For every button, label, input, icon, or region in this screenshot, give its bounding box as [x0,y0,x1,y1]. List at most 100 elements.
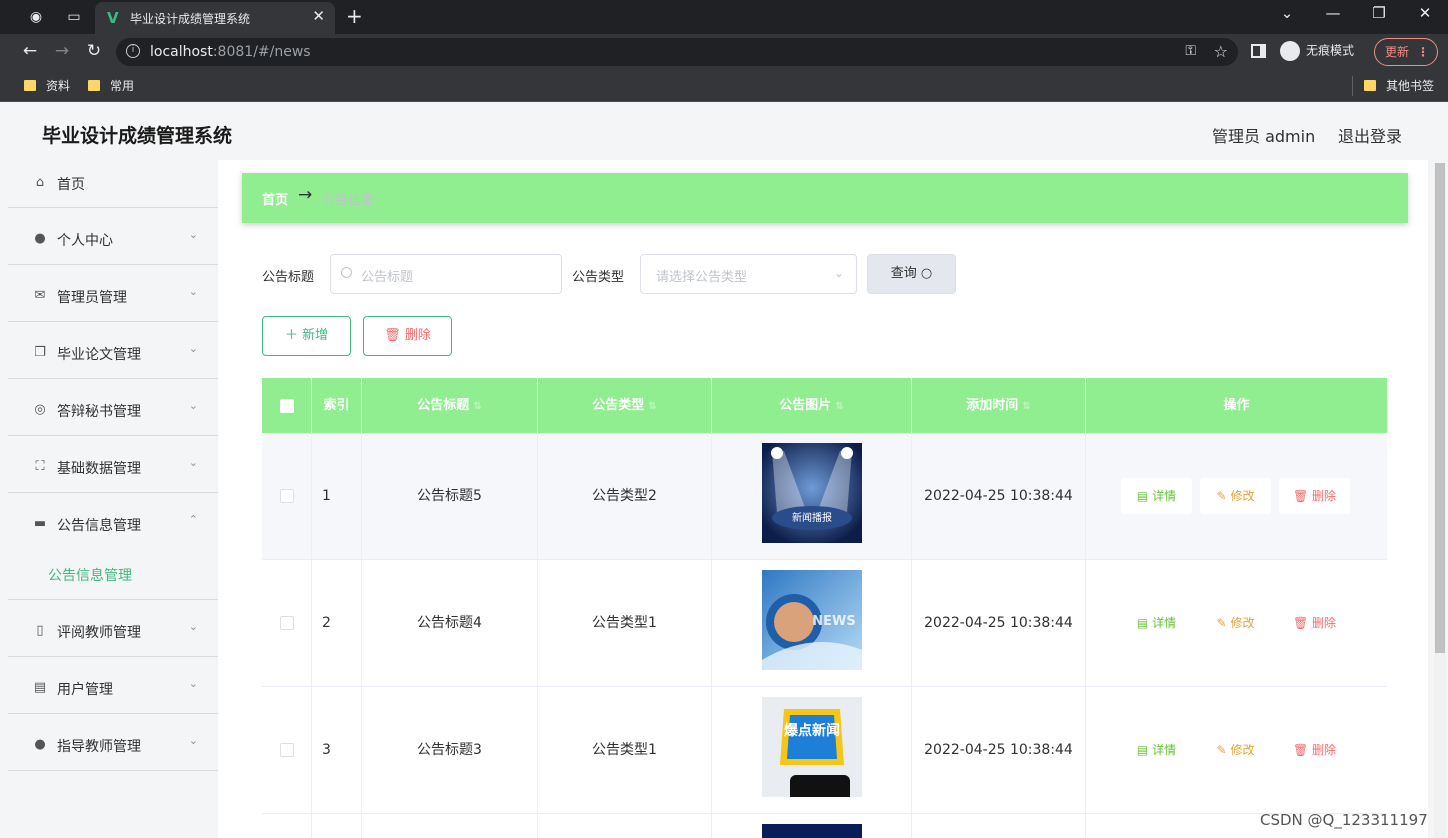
other-bookmarks[interactable]: 其他书签 [1364,77,1434,94]
monitor-icon: ▬ [33,516,47,531]
batch-delete-button[interactable]: 🗑 删除 [363,316,452,356]
cell-actions: ▤ 详情 ✎ 修改 🗑 删除 [1086,433,1387,560]
globe-icon[interactable]: ◉ [27,8,45,26]
column-header-image[interactable]: 公告图片 ⇅ [712,378,912,433]
row-checkbox[interactable] [262,687,312,814]
document-icon: ▤ [1136,743,1149,757]
sidebar-item-base-data[interactable]: ⛶ 基础数据管理 ⌄ [8,436,218,493]
tab-grid-icon[interactable]: ▭ [65,8,83,26]
notice-thumbnail[interactable]: NEWS [762,570,862,670]
logout-link[interactable]: 退出登录 [1338,123,1402,147]
detail-button[interactable]: ▤ 详情 [1121,478,1192,514]
type-select[interactable]: 请选择公告类型 ⌄ [640,254,857,294]
trash-icon: 🗑 [1292,743,1309,757]
cell-index: 2 [312,560,362,687]
notice-thumbnail[interactable]: 新闻播报 [762,443,862,543]
incognito-icon [1280,41,1300,61]
sidebar-item-label: 毕业论文管理 [57,347,141,363]
sidebar-item-secretary[interactable]: ◎ 答辩秘书管理 ⌄ [8,379,218,436]
cell-title: 公告标题3 [362,687,538,814]
reload-icon[interactable]: ↻ [82,41,106,61]
delete-button[interactable]: 🗑 删除 [1279,605,1350,641]
sidebar-item-label: 公告信息管理 [57,518,141,534]
row-checkbox[interactable] [262,560,312,687]
sidebar-item-reviewer[interactable]: ▯ 评阅教师管理 ⌄ [8,600,218,657]
notice-thumbnail[interactable]: 爆点新闻 [762,697,862,797]
close-tab-icon[interactable]: ✕ [312,7,325,25]
cell-time: 2022-04-25 10:38:44 [912,687,1086,814]
back-icon[interactable]: ← [18,41,42,61]
chevron-down-icon: ⌄ [188,342,198,355]
current-user: 管理员 admin [1212,127,1316,146]
info-icon[interactable]: i [126,44,140,58]
table-row: 1 公告标题5 公告类型2 新闻播报 2022-04-25 10:38:44 ▤… [262,433,1387,560]
sidebar-item-admin[interactable]: ✉ 管理员管理 ⌄ [8,265,218,322]
breadcrumb-home[interactable]: 首页 [262,189,288,208]
new-tab-icon[interactable]: + [346,4,363,28]
cell-actions: ▤ 详情 ✎ 修改 🗑 删除 [1086,687,1387,814]
edit-button[interactable]: ✎ 修改 [1200,478,1271,514]
sidebar-item-label: 评阅教师管理 [57,625,141,641]
breadcrumb-arrow: → [298,185,313,205]
edit-button[interactable]: ✎ 修改 [1200,732,1271,768]
sidebar-item-personal[interactable]: ● 个人中心 ⌄ [8,208,218,265]
sidebar-item-notice[interactable]: ▬ 公告信息管理 ⌃ [8,493,218,550]
column-header-time[interactable]: 添加时间 ⇅ [912,378,1086,433]
forward-icon[interactable]: → [50,41,74,61]
cell-type: 公告类型1 [538,560,712,687]
sidebar-item-advisor[interactable]: ● 指导教师管理 ⌄ [8,714,218,771]
edit-button[interactable]: ✎ 修改 [1200,605,1271,641]
url-text[interactable]: localhost:8081/#/news [150,44,311,60]
minimize-icon[interactable]: — [1318,4,1348,22]
sidebar-item-home[interactable]: ⌂ 首页 [8,160,218,208]
column-header-title[interactable]: 公告标题 ⇅ [362,378,538,433]
side-panel-icon[interactable] [1251,44,1266,58]
notice-table: 索引 公告标题 ⇅ 公告类型 ⇅ 公告图片 ⇅ 添加时间 ⇅ 操作 1 公告标题5 公告… [262,378,1387,838]
detail-button[interactable]: ▤ 详情 [1121,605,1192,641]
notice-thumbnail[interactable] [762,824,862,838]
key-icon[interactable]: ⚿ [1185,43,1196,59]
cell-actions: ▤ 详情 ✎ 修改 🗑 删除 [1086,560,1387,687]
plus-icon: ＋ [284,328,298,343]
detail-button[interactable]: ▤ 详情 [1121,732,1192,768]
sidebar-item-users[interactable]: ▤ 用户管理 ⌄ [8,657,218,714]
app-title: 毕业设计成绩管理系统 [42,125,233,147]
cell-image: NEWS [712,560,912,687]
table-header: 索引 公告标题 ⇅ 公告类型 ⇅ 公告图片 ⇅ 添加时间 ⇅ 操作 [262,378,1387,433]
bookmark-folder-1[interactable]: 资料 [24,77,70,94]
update-button[interactable]: 更新 ⋮ [1374,38,1438,66]
cell-image: 新闻播报 [712,433,912,560]
type-filter-label: 公告类型 [572,270,625,285]
active-browser-tab[interactable]: V 毕业设计成绩管理系统 ✕ [95,2,335,34]
tab-search-chevron-icon[interactable]: ⌄ [1272,4,1302,22]
title-filter-label: 公告标题 [262,270,315,285]
query-button[interactable]: 查询 ○ [867,254,956,294]
sidebar-item-thesis[interactable]: ❐ 毕业论文管理 ⌄ [8,322,218,379]
title-search-input[interactable]: 公告标题 [330,254,562,294]
more-menu-icon[interactable]: ⋮ [1417,39,1429,65]
sidebar-subitem-notice[interactable]: 公告信息管理 [8,550,218,600]
delete-button[interactable]: 🗑 删除 [1279,732,1350,768]
sidebar-item-label: 答辩秘书管理 [57,404,141,420]
close-window-icon[interactable]: ✕ [1410,4,1440,22]
restore-icon[interactable]: ❐ [1364,4,1394,22]
column-header-type[interactable]: 公告类型 ⇅ [538,378,712,433]
folder-icon [24,80,36,91]
svg-text:新闻播报: 新闻播报 [792,511,832,524]
add-button[interactable]: ＋ 新增 [262,316,351,356]
sidebar-item-label: 首页 [57,177,85,193]
select-all-checkbox[interactable] [262,378,312,433]
column-header-actions: 操作 [1223,398,1250,413]
page-scrollbar[interactable] [1434,163,1446,838]
edit-icon: ✎ [1216,743,1227,757]
bookmark-folder-2[interactable]: 常用 [88,77,134,94]
bookmark-star-icon[interactable]: ☆ [1214,42,1228,61]
browser-tab-strip: ◉ ▭ V 毕业设计成绩管理系统 ✕ + ⌄ — ❐ ✕ [0,0,1448,34]
row-checkbox[interactable] [262,433,312,560]
scrollbar-thumb[interactable] [1435,163,1445,653]
delete-button[interactable]: 🗑 删除 [1279,478,1350,514]
incognito-indicator[interactable]: 无痕模式 [1280,41,1354,63]
bookmarks-bar: 资料 常用 其他书签 [0,70,1448,102]
address-bar[interactable]: i localhost:8081/#/news ⚿ ☆ [116,38,1238,66]
chevron-up-icon: ⌃ [188,513,198,526]
